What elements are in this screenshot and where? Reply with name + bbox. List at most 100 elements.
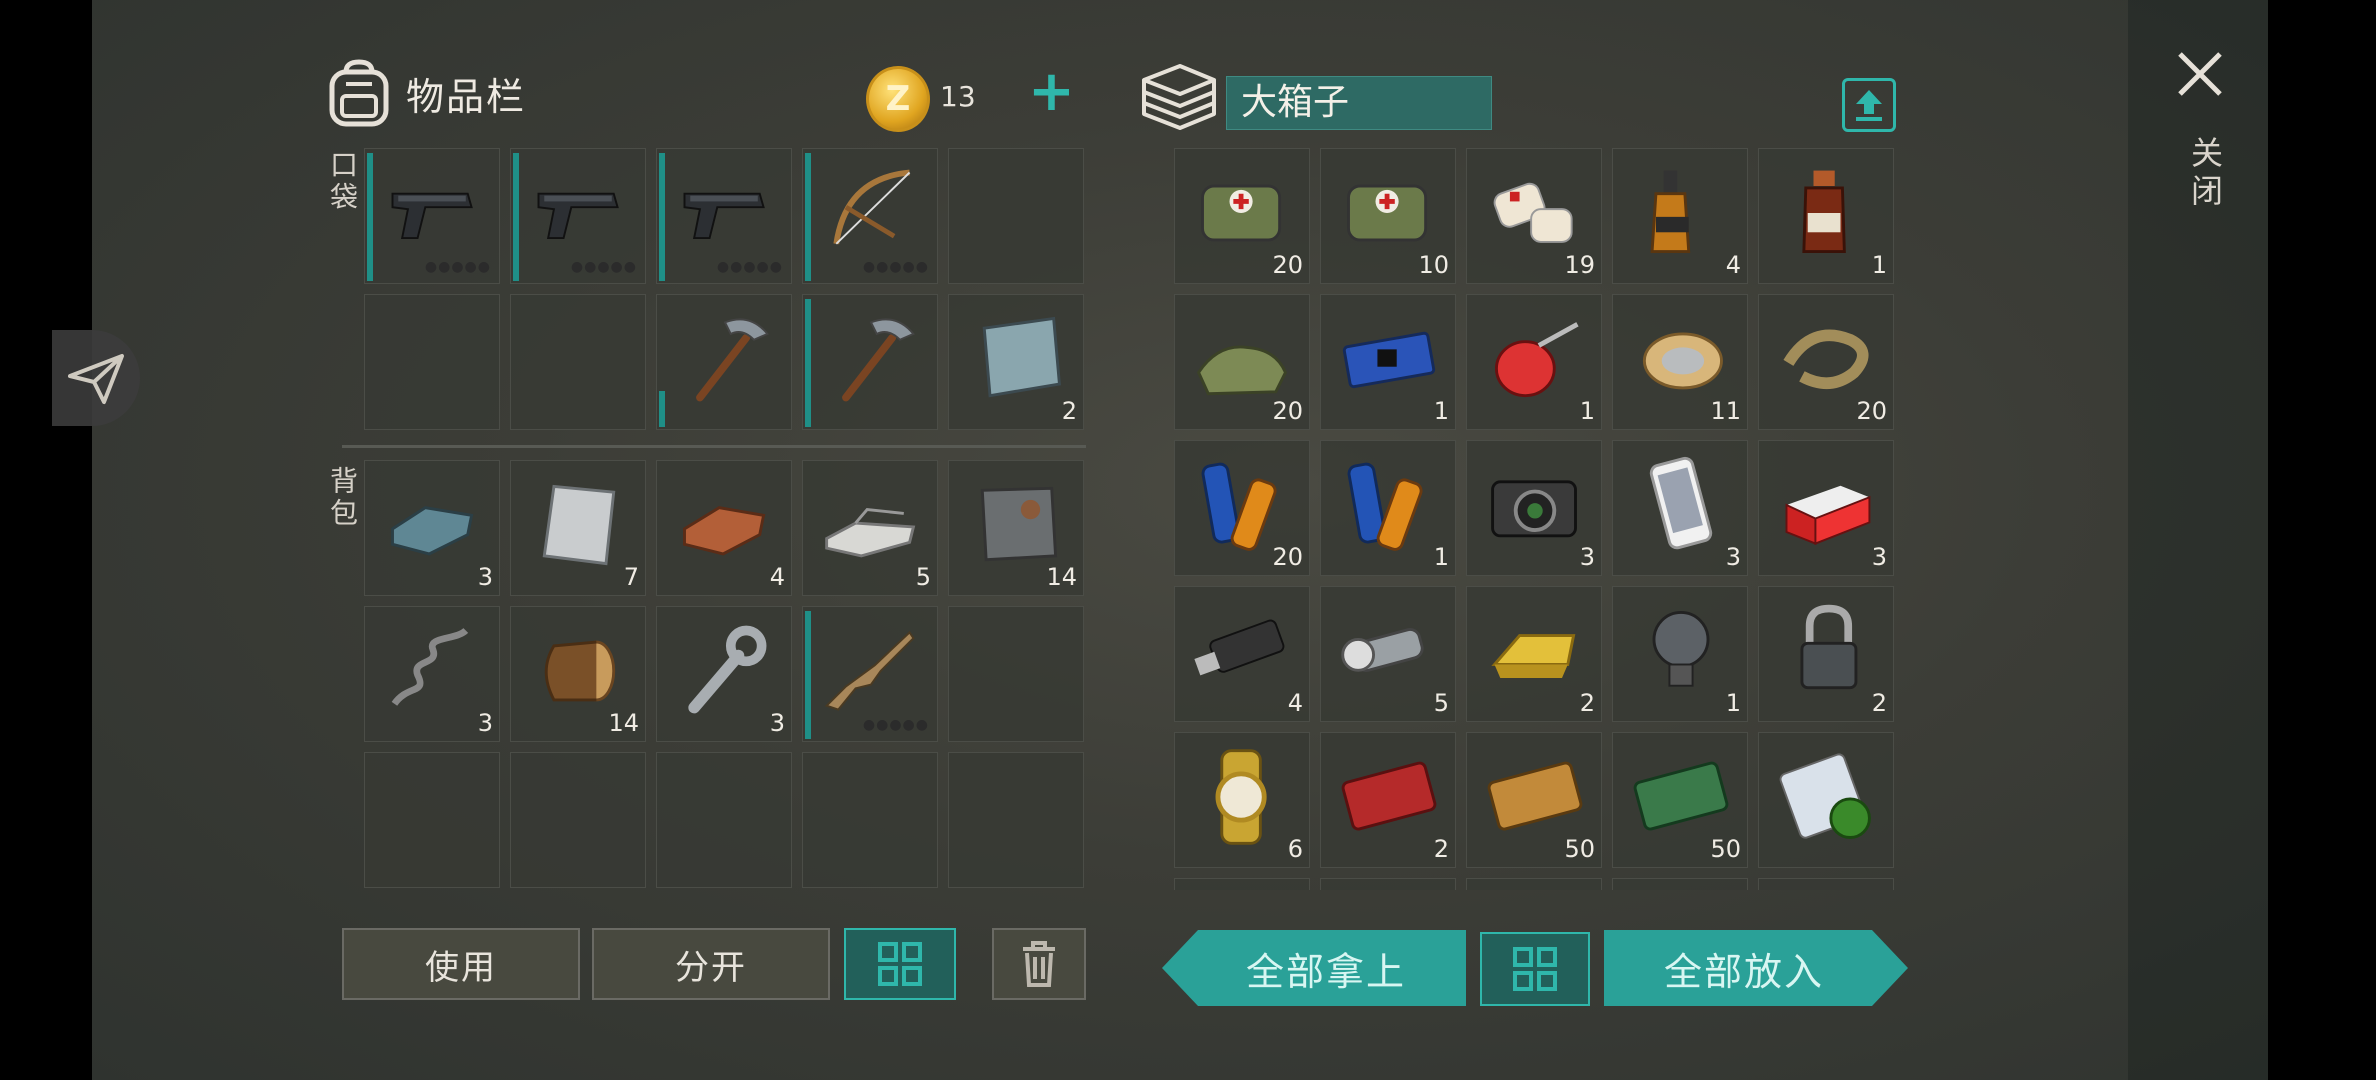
backpack-slot[interactable]: 14: [948, 460, 1084, 596]
backpack-slot-empty[interactable]: [948, 606, 1084, 742]
item-quantity: 20: [1272, 397, 1303, 425]
store-up-button[interactable]: [1842, 78, 1896, 132]
backpack-slot-empty[interactable]: [948, 752, 1084, 888]
item-quantity: 3: [1871, 543, 1887, 571]
chest-slot[interactable]: 4: [1174, 586, 1310, 722]
chest-slot[interactable]: [1466, 878, 1602, 890]
use-button[interactable]: 使用: [342, 928, 580, 1000]
backpack-slot[interactable]: 3: [364, 460, 500, 596]
pocket-slot[interactable]: ●●●●●: [802, 148, 938, 284]
item-quantity: 2: [1433, 835, 1449, 863]
pocket-slot-empty[interactable]: [510, 294, 646, 430]
backpack-slot-empty[interactable]: [802, 752, 938, 888]
item-quantity: 4: [1725, 251, 1741, 279]
chest-slot[interactable]: 2: [1320, 732, 1456, 868]
add-coins-button[interactable]: +: [1028, 64, 1075, 120]
paper-plane-icon: [68, 354, 124, 404]
backpack-grid: 3 7 4 5 14 3 14 3 ●●●●●: [364, 460, 1084, 888]
pocket-slot[interactable]: ●●●●●: [364, 148, 500, 284]
wrench-icon: [688, 625, 767, 714]
pocket-slot[interactable]: [802, 294, 938, 430]
chest-slot[interactable]: [1758, 878, 1894, 890]
ammo-dots: ●●●●●: [862, 717, 929, 733]
pocket-slot-empty[interactable]: [364, 294, 500, 430]
backpack-slot[interactable]: 4: [656, 460, 792, 596]
medicine-bottle-icon: [1802, 170, 1846, 254]
aluminum-plate-icon: [542, 484, 616, 566]
chest-slot[interactable]: [1320, 878, 1456, 890]
whiskey-icon: [1650, 170, 1691, 254]
backpack-slot[interactable]: 3: [364, 606, 500, 742]
crate-icon: [1142, 64, 1216, 130]
chest-slot[interactable]: 20: [1174, 440, 1310, 576]
chest-slot[interactable]: 19: [1466, 148, 1602, 284]
backpack-slot-empty[interactable]: [510, 752, 646, 888]
split-button[interactable]: 分开: [592, 928, 830, 1000]
pocket-slot[interactable]: 2: [948, 294, 1084, 430]
chest-slot[interactable]: 1: [1466, 294, 1602, 430]
chest-slot[interactable]: 3: [1758, 440, 1894, 576]
chest-slot[interactable]: 1: [1612, 586, 1748, 722]
pocket-slot[interactable]: [656, 294, 792, 430]
pocket-grid: ●●●●● ●●●●● ●●●●● ●●●●● 2: [364, 148, 1084, 430]
chest-slot[interactable]: 10: [1320, 148, 1456, 284]
item-quantity: 5: [915, 563, 931, 591]
chest-grid: 20 10 19 4 1 20 1 1 11 20 20 1 3 3 3 4 5 2 1 2 6 2 50 50: [1174, 148, 1894, 890]
chest-slot[interactable]: [1174, 878, 1310, 890]
chest-slot[interactable]: 20: [1174, 294, 1310, 430]
backpack-slot-empty[interactable]: [656, 752, 792, 888]
chest-slot[interactable]: 50: [1466, 732, 1602, 868]
pocket-slot[interactable]: ●●●●●: [656, 148, 792, 284]
take-all-button[interactable]: 全部拿上: [1162, 930, 1466, 1006]
chest-slot[interactable]: [1758, 732, 1894, 868]
chest-slot[interactable]: 50: [1612, 732, 1748, 868]
item-quantity: 14: [1046, 563, 1077, 591]
backpack-slot[interactable]: 5: [802, 460, 938, 596]
backpack-slot[interactable]: 14: [510, 606, 646, 742]
backpack-slot-empty[interactable]: [364, 752, 500, 888]
backpack-slot[interactable]: 7: [510, 460, 646, 596]
sort-chest-button[interactable]: [1480, 932, 1590, 1006]
put-all-button[interactable]: 全部放入: [1604, 930, 1908, 1006]
item-quantity: 2: [1871, 689, 1887, 717]
ammo-dots: ●●●●●: [570, 259, 637, 275]
item-quantity: 1: [1433, 543, 1449, 571]
chest-slot[interactable]: 3: [1612, 440, 1748, 576]
close-label[interactable]: 关闭: [2182, 136, 2228, 212]
item-quantity: 20: [1272, 543, 1303, 571]
backpack-slot[interactable]: ●●●●●: [802, 606, 938, 742]
sort-inventory-button[interactable]: [844, 928, 956, 1000]
upload-icon: [1856, 90, 1882, 121]
chest-name-field[interactable]: 大箱子: [1226, 76, 1492, 130]
chest-scroll-area[interactable]: 20 10 19 4 1 20 1 1 11 20 20 1 3 3 3 4 5 2 1 2 6 2 50 50: [1170, 144, 1900, 890]
chest-slot[interactable]: 2: [1758, 586, 1894, 722]
chest-slot[interactable]: 11: [1612, 294, 1748, 430]
chest-slot[interactable]: 3: [1466, 440, 1602, 576]
chest-slot[interactable]: 5: [1320, 586, 1456, 722]
gold-bar-icon: [1491, 634, 1576, 678]
inventory-title: 物品栏: [406, 74, 527, 119]
chest-slot[interactable]: [1612, 878, 1748, 890]
chest-slot[interactable]: 1: [1320, 440, 1456, 576]
chest-slot[interactable]: 6: [1174, 732, 1310, 868]
item-quantity: 3: [477, 709, 493, 737]
chest-slot[interactable]: 20: [1758, 294, 1894, 430]
close-button[interactable]: [2172, 46, 2228, 102]
chest-slot[interactable]: 4: [1612, 148, 1748, 284]
chest-slot[interactable]: 2: [1466, 586, 1602, 722]
section-divider: [342, 445, 1086, 448]
discard-button[interactable]: [992, 928, 1086, 1000]
chest-slot[interactable]: 1: [1758, 148, 1894, 284]
pocket-slot-empty[interactable]: [948, 148, 1084, 284]
item-quantity: 10: [1418, 251, 1449, 279]
item-quantity: 7: [623, 563, 639, 591]
item-quantity: 5: [1433, 689, 1449, 717]
coin-icon: Z: [866, 66, 930, 132]
tin-bars-icon: [825, 508, 916, 558]
chest-slot[interactable]: 20: [1174, 148, 1310, 284]
chest-slot[interactable]: 1: [1320, 294, 1456, 430]
pickaxe-icon: [696, 318, 769, 402]
backpack-slot[interactable]: 3: [656, 606, 792, 742]
ammo-dots: ●●●●●: [424, 259, 491, 275]
pocket-slot[interactable]: ●●●●●: [510, 148, 646, 284]
